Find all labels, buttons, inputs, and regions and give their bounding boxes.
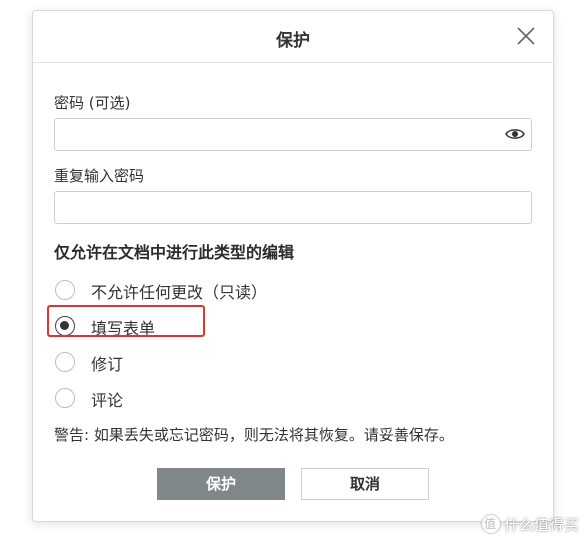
password-label: 密码 (可选) [54, 94, 131, 112]
eye-icon[interactable] [505, 126, 525, 140]
option-label: 评论 [91, 391, 124, 410]
radio-button[interactable] [55, 280, 75, 300]
warning-text: 警告: 如果丢失或忘记密码，则无法将其恢复。请妥善保存。 [54, 426, 454, 444]
watermark-logo-icon [481, 515, 500, 533]
radio-button[interactable] [55, 388, 75, 408]
option-label: 不允许任何更改（只读） [91, 283, 268, 302]
option-label: 修订 [91, 355, 124, 374]
dialog-titlebar: 保护 [33, 11, 553, 63]
radio-button[interactable] [55, 352, 75, 372]
close-icon[interactable] [515, 25, 537, 47]
cancel-button[interactable]: 取消 [301, 468, 429, 500]
confirm-password-field[interactable] [54, 191, 532, 224]
dialog-title: 保护 [276, 31, 310, 51]
protect-dialog: 保护 密码 (可选) 重复输入密码 仅允许在文档中进行此类型的编辑 不允许任何更… [32, 10, 554, 522]
watermark-text: 什么值得买 [503, 516, 579, 534]
restriction-title: 仅允许在文档中进行此类型的编辑 [54, 243, 295, 262]
confirm-password-label: 重复输入密码 [54, 167, 145, 185]
page: 保护 密码 (可选) 重复输入密码 仅允许在文档中进行此类型的编辑 不允许任何更… [0, 0, 583, 545]
protect-button[interactable]: 保护 [157, 468, 285, 500]
password-field[interactable] [54, 118, 532, 151]
red-highlight-box [47, 305, 205, 337]
watermark: 什么值得买 [481, 514, 579, 535]
